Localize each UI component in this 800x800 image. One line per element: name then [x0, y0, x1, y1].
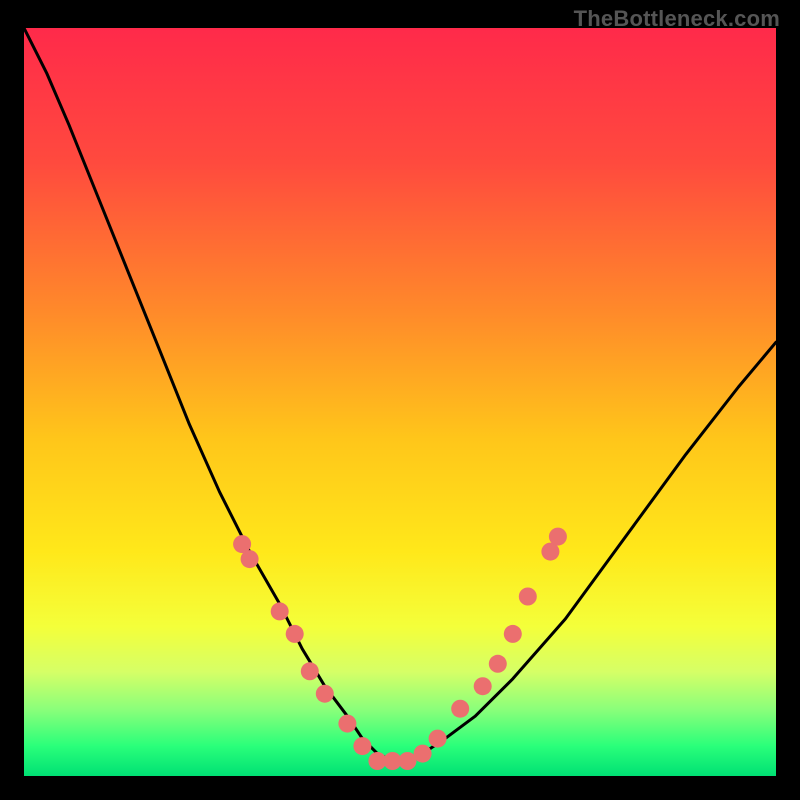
highlight-dot — [549, 528, 567, 546]
highlight-dot — [271, 602, 289, 620]
highlight-dot — [241, 550, 259, 568]
highlight-dot — [429, 730, 447, 748]
highlight-dot — [286, 625, 304, 643]
chart-stage: TheBottleneck.com — [0, 0, 800, 800]
highlight-dot — [489, 655, 507, 673]
highlight-dot — [451, 700, 469, 718]
highlight-dot — [504, 625, 522, 643]
highlight-dot — [414, 745, 432, 763]
chart-svg — [0, 0, 800, 800]
highlight-dot — [474, 677, 492, 695]
highlight-dot — [301, 662, 319, 680]
gradient-background — [24, 28, 776, 776]
highlight-dot — [519, 588, 537, 606]
highlight-dot — [316, 685, 334, 703]
highlight-dot — [338, 715, 356, 733]
highlight-dot — [353, 737, 371, 755]
